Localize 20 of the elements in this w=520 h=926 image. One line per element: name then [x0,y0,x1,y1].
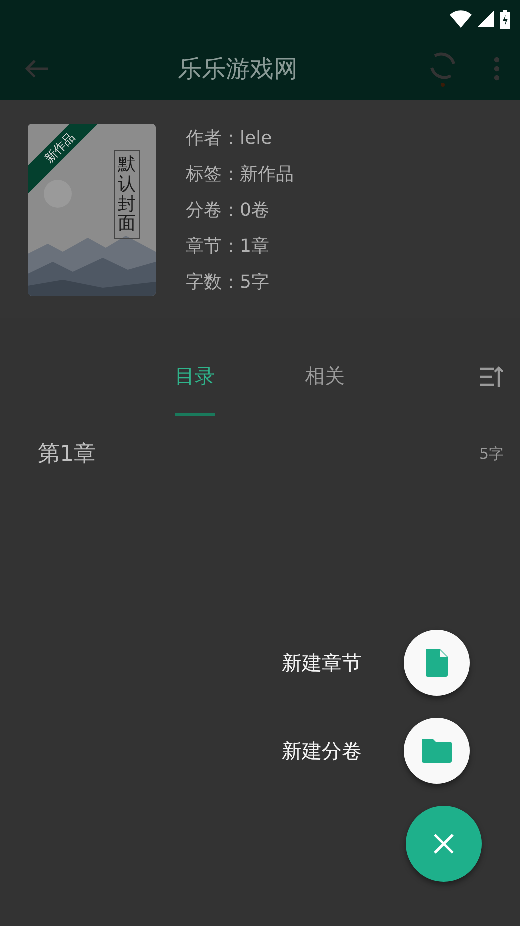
book-info-line: 标签：新作品 [186,164,294,186]
book-info-line: 分卷：0卷 [186,200,270,222]
tab[interactable]: 相关 [305,338,345,416]
battery-icon [500,10,510,28]
file-icon [426,649,448,677]
close-icon [434,834,454,854]
wifi-icon [450,10,472,28]
app-title: 乐乐游戏网 [177,54,299,85]
cover-title: 默认封面 [114,150,140,240]
sort-icon[interactable] [480,366,504,388]
fab-menu-label[interactable]: 新建分卷 [282,738,362,764]
book-info-line: 作者：lele [186,128,274,150]
book-info-line: 字数：5字 [186,272,270,294]
word-count: 5字 [479,444,504,464]
tab[interactable]: 目录 [175,338,215,416]
book-info-line: 章节：1章 [186,236,270,258]
fab-menu-label[interactable]: 新建章节 [282,650,362,676]
signal-icon [478,11,494,27]
folder-icon [422,739,452,763]
chapter-title[interactable]: 第1章 [38,439,96,469]
